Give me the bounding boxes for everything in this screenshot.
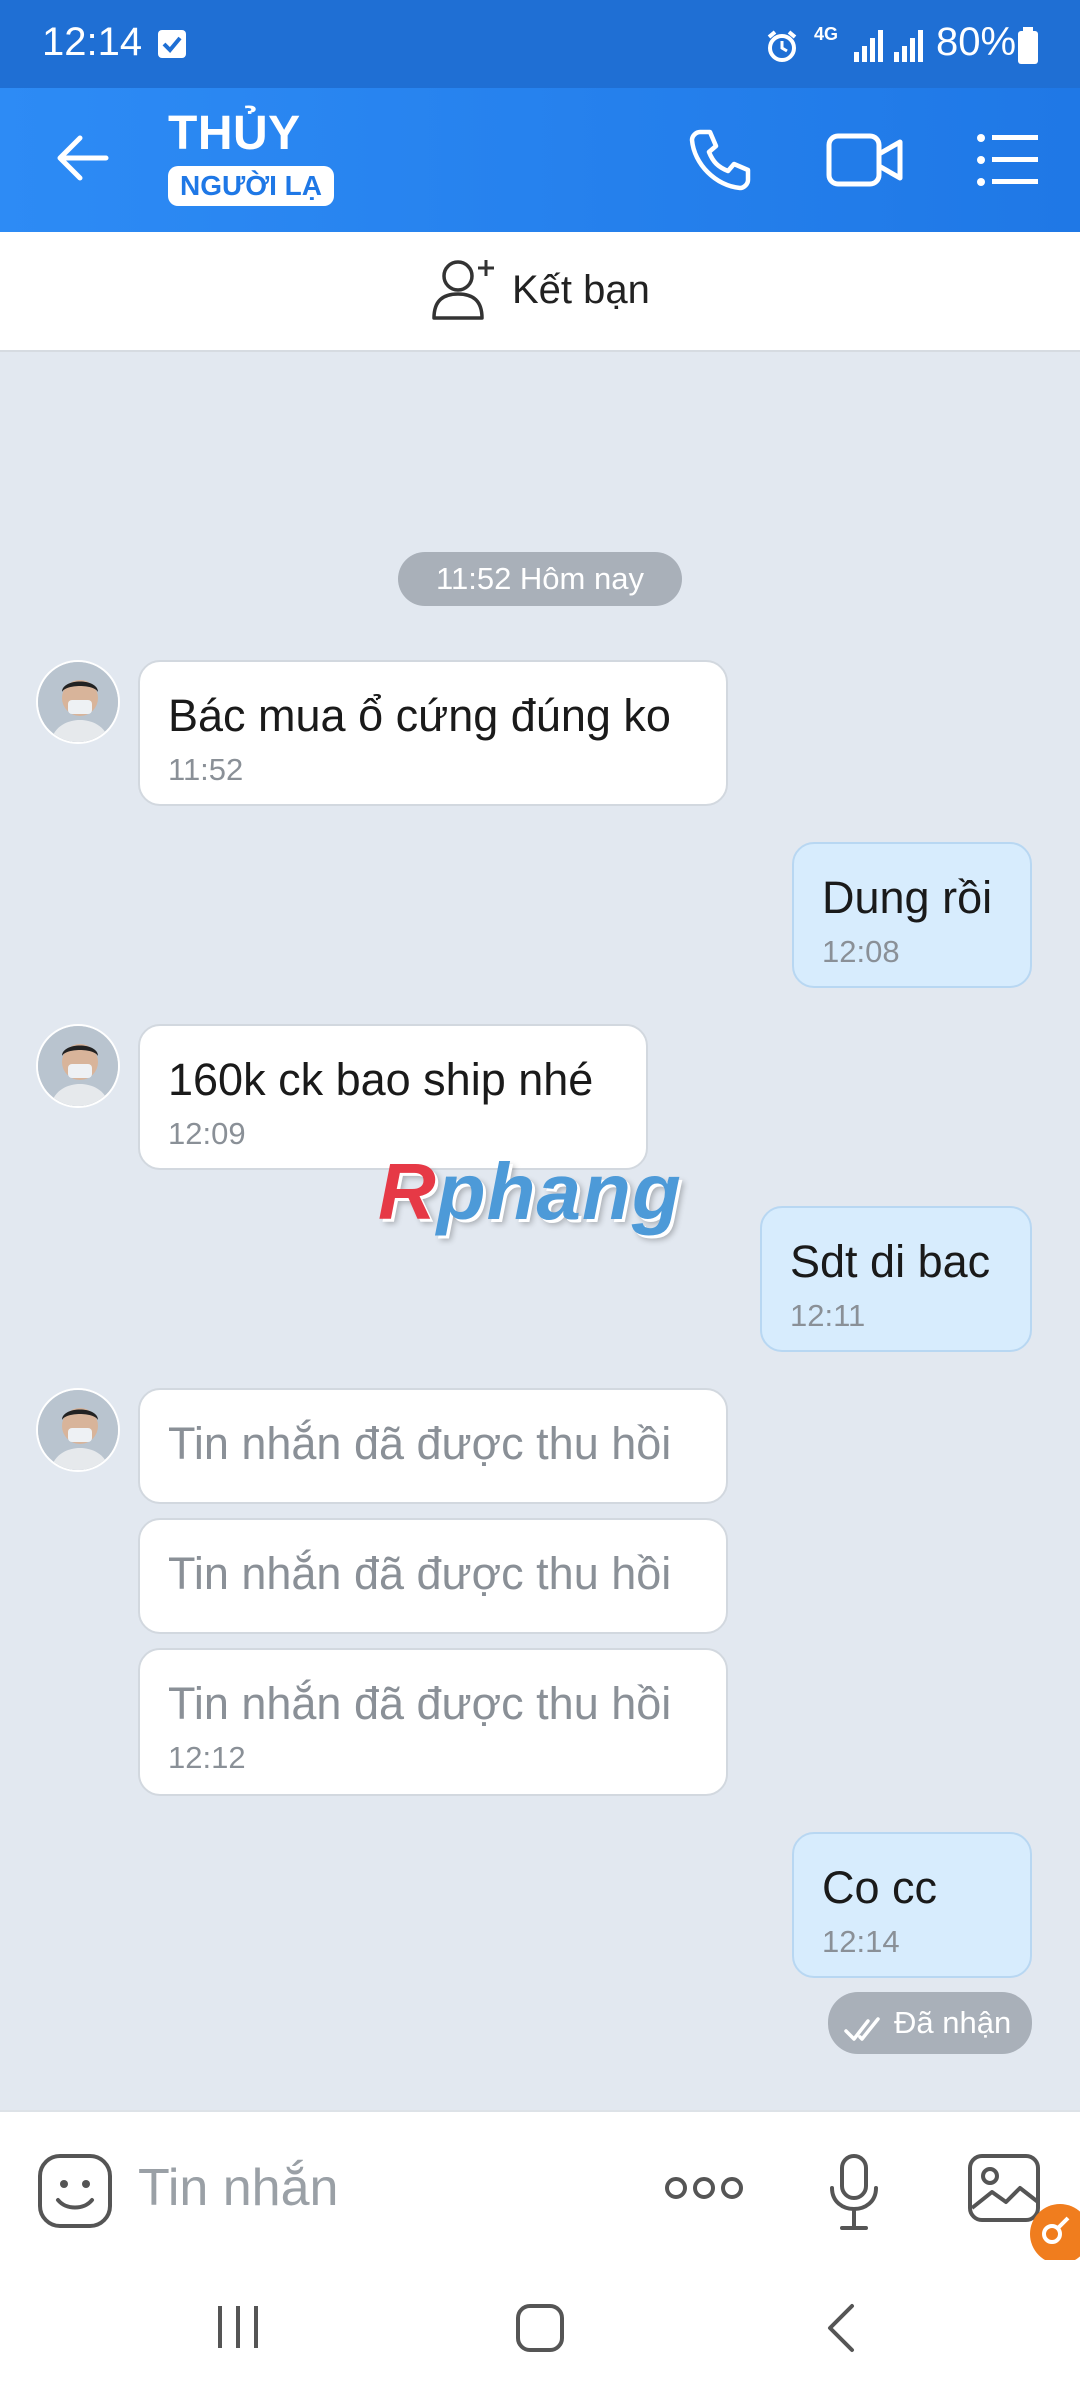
message-text: Dung rồi — [822, 872, 993, 923]
message-time: 12:14 — [822, 1924, 900, 1959]
battery-icon — [1016, 26, 1040, 71]
add-friend-label[interactable]: Kết bạn — [512, 268, 650, 313]
message-time: 12:12 — [168, 1740, 246, 1775]
message-input-bar: Tin nhắn — [0, 2110, 1080, 2262]
message-input[interactable]: Tin nhắn — [138, 2158, 338, 2218]
message-text: Tin nhắn đã được thu hồi — [168, 1548, 672, 1599]
home-icon[interactable] — [514, 2302, 566, 2359]
alarm-icon — [764, 28, 800, 69]
delivery-status-label: Đã nhận — [894, 2005, 1012, 2040]
date-separator: 11:52 Hôm nay — [398, 552, 682, 606]
back-arrow-icon[interactable] — [52, 128, 112, 193]
message-text: Bác mua ổ cứng đúng ko — [168, 690, 671, 741]
checkbox-notification-icon — [158, 30, 186, 58]
recalled-message-bubble[interactable]: Tin nhắn đã được thu hồi — [138, 1518, 728, 1634]
message-time: 11:52 — [168, 752, 244, 787]
message-time: 12:08 — [822, 934, 900, 969]
contact-name[interactable]: THỦY — [168, 106, 301, 161]
message-text: Sdt di bac — [790, 1236, 991, 1287]
stranger-badge: NGƯỜI LẠ — [168, 166, 334, 206]
recalled-message-bubble[interactable]: Tin nhắn đã được thu hồi — [138, 1388, 728, 1504]
message-time: 12:11 — [790, 1298, 866, 1333]
avatar[interactable] — [36, 1024, 120, 1108]
message-text: Tin nhắn đã được thu hồi — [168, 1418, 672, 1469]
clock: 12:14 — [42, 20, 143, 64]
status-bar: 12:14 4G 80% — [0, 0, 1080, 88]
avatar[interactable] — [36, 1388, 120, 1472]
add-friend-bar[interactable]: Kết bạn — [0, 232, 1080, 352]
microphone-icon[interactable] — [826, 2152, 882, 2237]
message-bubble-incoming[interactable]: Bác mua ổ cứng đúng ko 11:52 — [138, 660, 728, 806]
system-nav-bar — [0, 2260, 1080, 2400]
avatar[interactable] — [36, 660, 120, 744]
message-text: Tin nhắn đã được thu hồi — [168, 1678, 672, 1729]
sticker-emoji-icon[interactable] — [36, 2152, 114, 2235]
message-bubble-outgoing[interactable]: Sdt di bac 12:11 — [760, 1206, 1032, 1352]
signal-icon — [852, 26, 928, 71]
network-type: 4G — [814, 24, 839, 44]
double-check-icon — [844, 2006, 884, 2068]
phone-call-icon[interactable] — [686, 126, 754, 199]
floating-assist-icon[interactable] — [1030, 2204, 1080, 2264]
watermark-logo: Rphang — [378, 1147, 682, 1236]
back-nav-icon[interactable] — [822, 2300, 862, 2361]
message-bubble-outgoing[interactable]: Dung rồi 12:08 — [792, 842, 1032, 988]
message-bubble-outgoing[interactable]: Co cc 12:14 — [792, 1832, 1032, 1978]
add-friend-icon[interactable] — [430, 256, 498, 327]
more-options-icon[interactable] — [664, 2168, 744, 2213]
battery-level: 80% — [936, 20, 1017, 64]
video-call-icon[interactable] — [826, 130, 904, 195]
message-text: 160k ck bao ship nhé — [168, 1054, 594, 1105]
recalled-message-bubble[interactable]: Tin nhắn đã được thu hồi 12:12 — [138, 1648, 728, 1796]
delivery-status: Đã nhận — [828, 1992, 1032, 2054]
recent-apps-icon[interactable] — [214, 2302, 264, 2357]
message-text: Co cc — [822, 1862, 938, 1913]
menu-list-icon[interactable] — [976, 132, 1040, 193]
